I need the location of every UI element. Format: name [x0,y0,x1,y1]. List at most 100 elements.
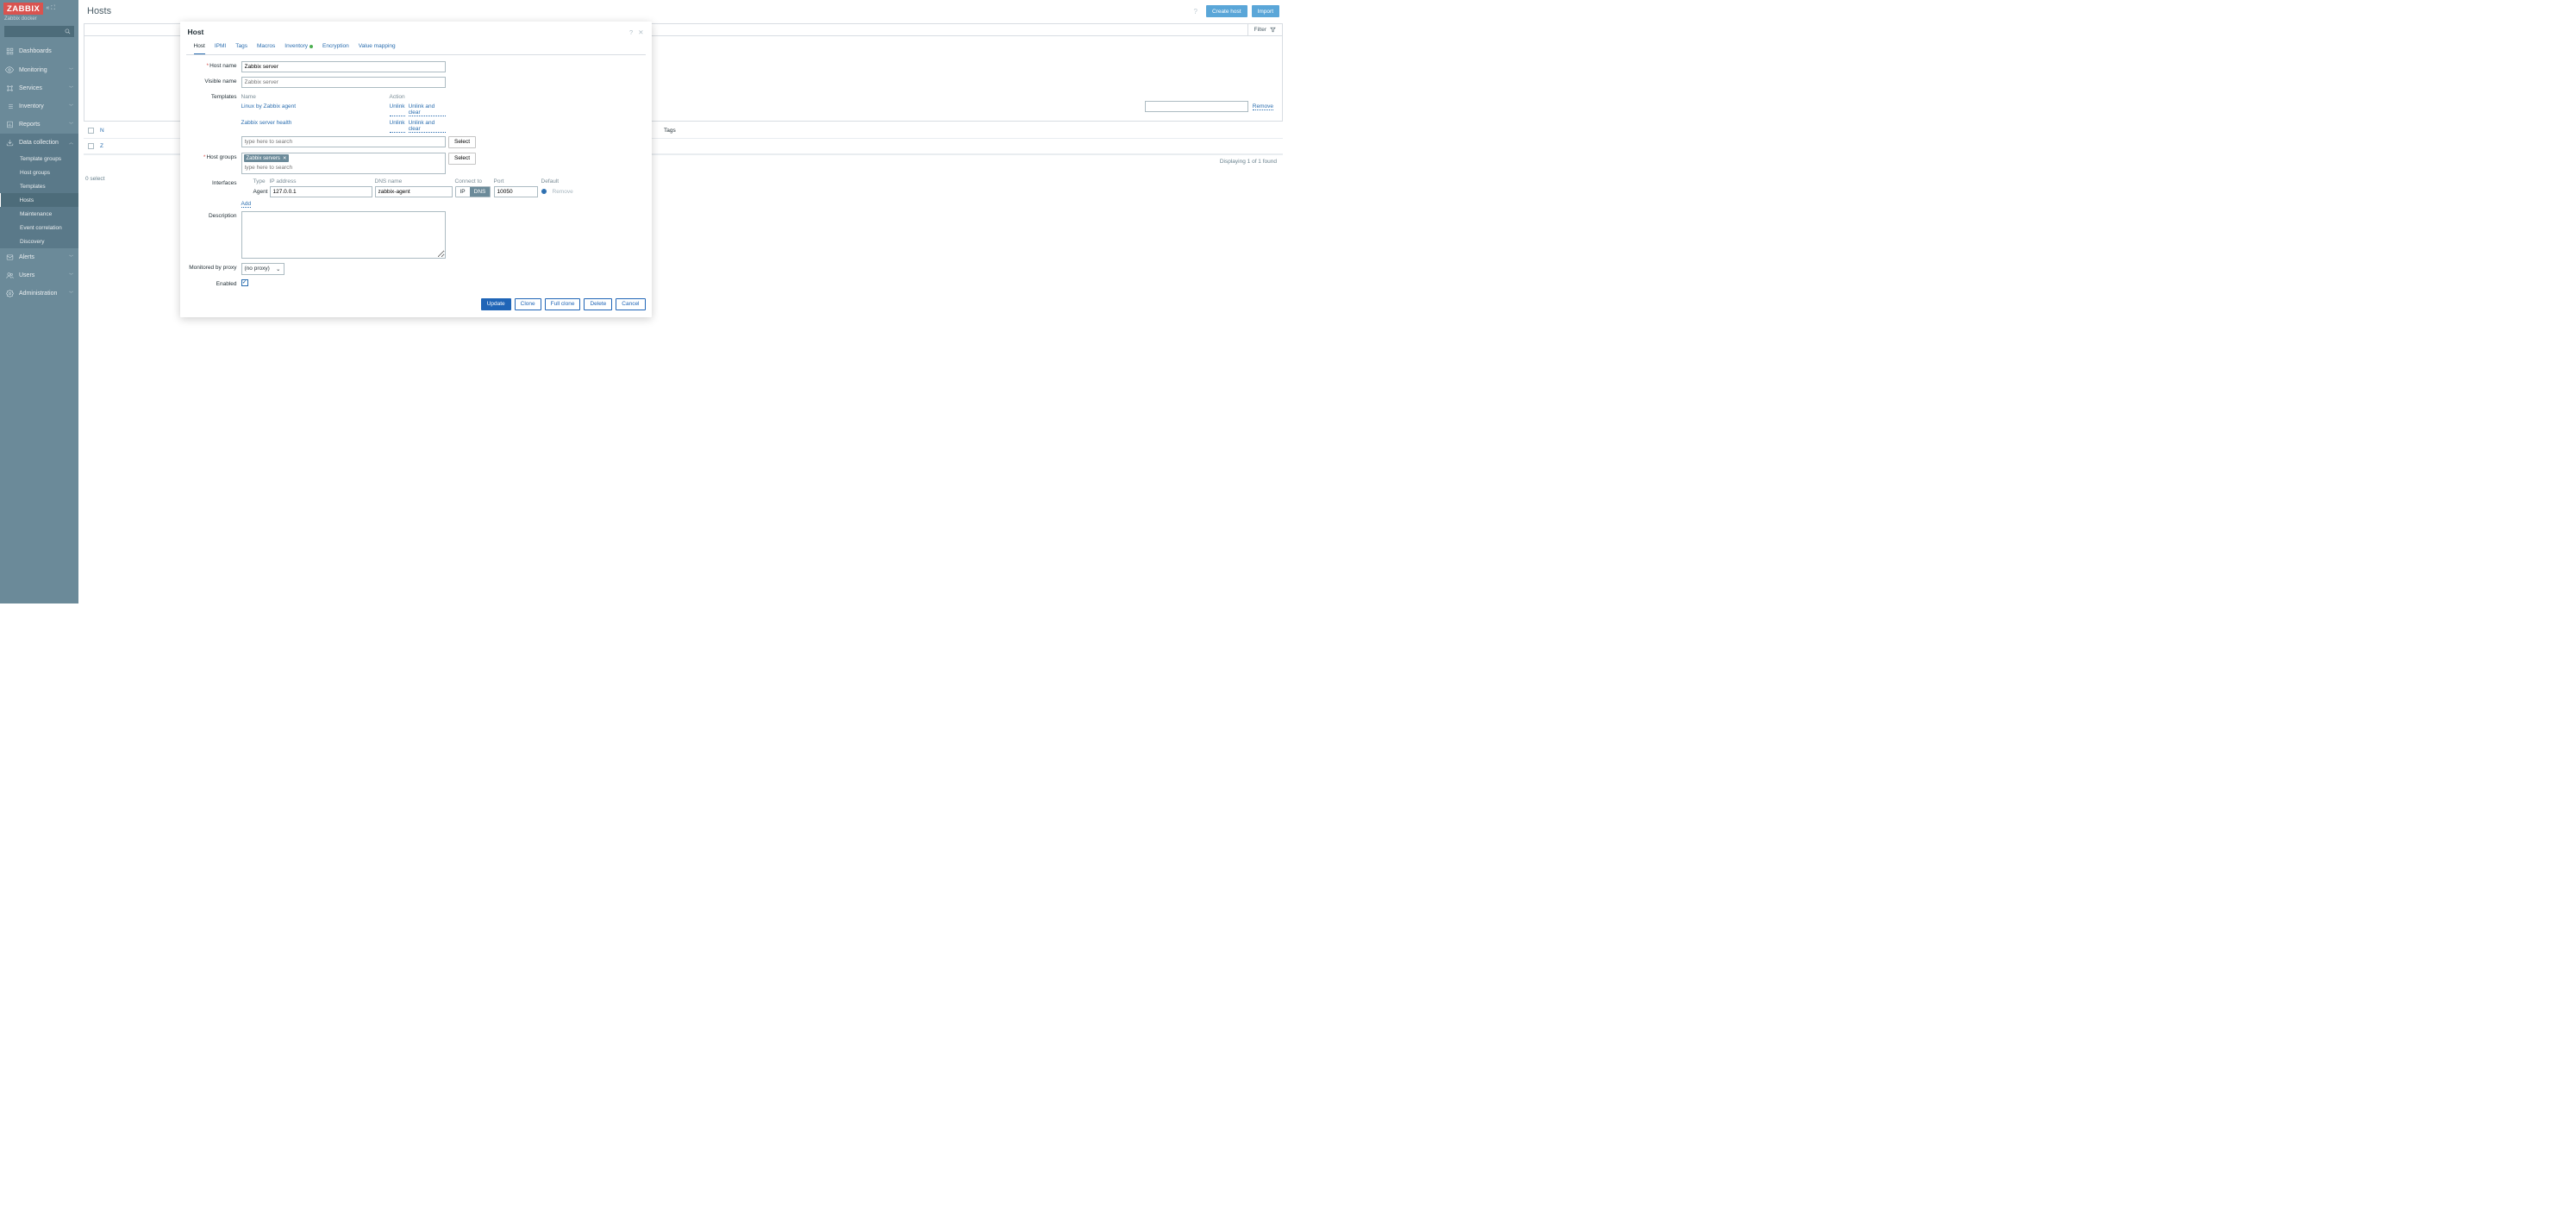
status-dot-icon [309,45,313,48]
cancel-button[interactable]: Cancel [616,298,645,310]
chevron-down-icon: ﹀ [69,291,73,297]
label-hostname: Host name [209,63,236,69]
dashboard-icon [5,47,14,55]
description-textarea[interactable] [241,211,447,259]
sidebar-subitem-template-groups[interactable]: Template groups [0,152,78,166]
if-header-port: Port [494,178,541,184]
if-remove-link: Remove [553,189,573,195]
if-header-default: Default [541,178,553,184]
tab-ipmi[interactable]: IPMI [215,43,226,54]
chevron-up-icon: ︿ [69,140,73,146]
sidebar-item-users[interactable]: Users﹀ [0,266,78,285]
hostgroup-select-button[interactable]: Select [448,153,476,165]
visiblename-input[interactable] [241,77,447,88]
modal-title: Host [188,28,625,36]
clone-button[interactable]: Clone [515,298,541,310]
remove-pill-icon[interactable]: ✕ [283,156,287,161]
sidebar-item-monitoring[interactable]: Monitoring ﹀ [0,60,78,79]
template-select-button[interactable]: Select [448,136,476,148]
template-link[interactable]: Linux by Zabbix agent [241,103,297,109]
row-checkbox[interactable] [88,143,94,149]
sidebar-item-label: Services [19,85,64,91]
sidebar-item-reports[interactable]: Reports﹀ [0,116,78,134]
template-link[interactable]: Zabbix server health [241,120,292,126]
sidebar-item-label: Users [19,272,64,278]
enabled-checkbox[interactable]: ✓ [241,279,248,286]
close-icon[interactable]: ✕ [638,28,643,36]
tab-encryption[interactable]: Encryption [322,43,349,54]
sidebar-item-administration[interactable]: Administration ﹀ [0,285,78,303]
tab-label: Inventory [284,43,308,49]
unlink-clear-link[interactable]: Unlink and clear [409,120,446,133]
if-port-input[interactable] [494,186,538,197]
tab-macros[interactable]: Macros [257,43,275,54]
unlink-clear-link[interactable]: Unlink and clear [409,103,446,116]
modal-help-icon[interactable]: ? [629,28,633,36]
sidebar-item-label: Dashboards [19,48,73,54]
label-visiblename: Visible name [186,77,241,84]
services-icon [5,84,14,92]
chevron-down-icon: ⌄ [276,266,280,272]
if-default-radio[interactable] [541,189,547,195]
tpl-header-name: Name [241,94,390,100]
create-host-button[interactable]: Create host [1206,5,1247,17]
sidebar-item-data-collection[interactable]: Data collection︿ [0,134,78,152]
chevron-down-icon: ﹀ [69,103,73,109]
sidebar-subitem-maintenance[interactable]: Maintenance [0,207,78,221]
search-input[interactable] [4,26,74,37]
report-icon [5,121,14,128]
if-dns-input[interactable] [375,186,453,197]
sidebar-subitem-host-groups[interactable]: Host groups [0,166,78,179]
sidebar-subitem-hosts[interactable]: Hosts [0,193,78,207]
sidebar-item-dashboards[interactable]: Dashboards [0,42,78,60]
tab-tags[interactable]: Tags [235,43,247,54]
sidebar-subitem-event-correlation[interactable]: Event correlation [0,221,78,235]
filter-input[interactable] [1145,101,1248,112]
sidebar-item-alerts[interactable]: Alerts﹀ [0,248,78,266]
tab-label: Value mapping [359,43,396,49]
proxy-select[interactable]: (no proxy) ⌄ [241,263,284,275]
sidebar-item-services[interactable]: Services﹀ [0,79,78,97]
users-icon [5,272,14,279]
connect-dns-option[interactable]: DNS [470,187,491,197]
collapse-sidebar-icon[interactable]: « [46,5,49,12]
tab-value-mapping[interactable]: Value mapping [359,43,396,54]
logo[interactable]: ZABBIX [3,3,43,15]
sidebar-item-label: Reports [19,122,64,128]
tab-host[interactable]: Host [194,43,205,54]
sidebar-item-label: Administration [19,291,64,297]
unlink-link[interactable]: Unlink [390,103,405,116]
remove-link[interactable]: Remove [1253,103,1273,110]
sidebar-subitem-discovery[interactable]: Discovery [0,235,78,248]
if-header-dns: DNS name [375,178,455,184]
full-clone-button[interactable]: Full clone [545,298,581,310]
chevron-down-icon: ﹀ [69,67,73,73]
template-search-input[interactable] [241,136,447,147]
delete-button[interactable]: Delete [584,298,612,310]
add-interface-link[interactable]: Add [241,201,252,208]
help-icon[interactable]: ? [1194,8,1197,16]
sidebar-item-inventory[interactable]: Inventory ﹀ [0,97,78,116]
connect-ip-option[interactable]: IP [456,187,470,197]
if-ip-input[interactable] [270,186,372,197]
hostgroups-multiselect[interactable]: Zabbix servers ✕ [241,153,447,174]
label-interfaces: Interfaces [186,178,241,186]
tab-inventory[interactable]: Inventory [284,43,313,54]
connect-to-toggle[interactable]: IP DNS [455,186,491,197]
hostname-input[interactable] [241,61,447,72]
update-button[interactable]: Update [481,298,511,310]
filter-toggle[interactable]: Filter [1247,24,1282,35]
template-row: Linux by Zabbix agent Unlink Unlink and cl… [241,102,447,118]
unlink-link[interactable]: Unlink [390,120,405,133]
hostgroup-search-input[interactable] [244,164,444,172]
sidebar-subitem-templates[interactable]: Templates [0,179,78,193]
sidebar-item-label: Monitoring [19,67,64,73]
tpl-header-action: Action [390,94,447,100]
label-hostgroups: Host groups [206,154,236,160]
list-icon [5,103,14,110]
sidebar-item-label: Inventory [19,103,64,109]
select-all-checkbox[interactable] [88,128,94,134]
tab-label: Macros [257,43,275,49]
import-button[interactable]: Import [1252,5,1279,17]
fullscreen-icon[interactable]: ⛶ [51,5,55,12]
